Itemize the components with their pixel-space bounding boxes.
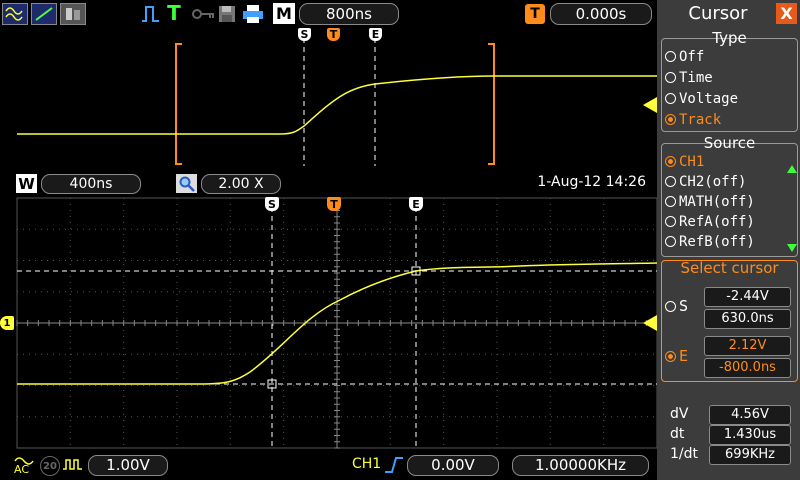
overview-level-arrow-icon[interactable]: [643, 97, 657, 113]
cursor-e-radio-icon: [665, 351, 676, 362]
scroll-down-icon[interactable]: [787, 244, 797, 252]
type-option-2[interactable]: Voltage: [665, 91, 738, 107]
cursor-s-radio-icon: [665, 301, 676, 312]
waveform-icon[interactable]: [2, 3, 28, 25]
source-option-0[interactable]: CH1: [665, 154, 704, 170]
source-section-title: Source: [703, 134, 756, 152]
trigger-source-label: CH1: [352, 456, 382, 472]
type-option-label: Time: [679, 70, 713, 86]
cursor-s-label: S: [679, 297, 689, 315]
cursor-s-voltage: -2.44V: [704, 287, 791, 307]
source-radio-icon: [665, 156, 676, 167]
window-timebase-display[interactable]: 400ns: [41, 174, 141, 194]
scroll-up-icon[interactable]: [787, 165, 797, 173]
window-badge: W: [16, 174, 37, 193]
source-option-label: RefB(off): [679, 234, 755, 250]
persistence-icon[interactable]: [60, 3, 86, 25]
timebase-display[interactable]: 800ns: [299, 3, 399, 25]
source-option-label: RefA(off): [679, 214, 755, 230]
cursor-s-option[interactable]: S: [665, 297, 688, 315]
source-option-label: MATH(off): [679, 194, 755, 210]
source-option-label: CH1: [679, 154, 705, 170]
rising-edge-icon: [385, 457, 403, 473]
cursor-e-time: -800.0ns: [704, 358, 791, 378]
main-marker-t[interactable]: T: [327, 197, 341, 211]
source-option-label: CH2(off): [679, 174, 747, 190]
main-marker-s[interactable]: S: [265, 197, 279, 211]
type-radio-icon: [665, 114, 676, 125]
source-option-4[interactable]: RefB(off): [665, 234, 755, 250]
source-option-2[interactable]: MATH(off): [665, 194, 755, 210]
source-radio-icon: [665, 196, 676, 207]
printer-icon[interactable]: [241, 3, 265, 25]
dv-label: dV: [670, 406, 689, 422]
vector-icon[interactable]: [31, 3, 57, 25]
overview-marker-t[interactable]: T: [327, 28, 340, 41]
source-option-1[interactable]: CH2(off): [665, 174, 746, 190]
type-option-3[interactable]: Track: [665, 112, 721, 128]
cursor-e-voltage: 2.12V: [704, 336, 791, 356]
trigger-offset-icon: T: [525, 4, 545, 24]
mode-badge: M: [273, 3, 295, 24]
inv-dt-value: 699KHz: [709, 445, 791, 465]
trigger-level-display[interactable]: 0.00V: [407, 455, 499, 476]
type-section-title: Type: [712, 29, 747, 47]
close-icon[interactable]: X: [776, 3, 797, 24]
main-waveform-grid[interactable]: [0, 196, 657, 450]
type-radio-icon: [665, 51, 676, 62]
channel-1-marker[interactable]: 1: [0, 316, 14, 330]
frequency-display: 1.00000KHz: [512, 455, 649, 476]
cursor-menu-title: Cursor: [688, 3, 748, 24]
key-icon: [192, 5, 216, 23]
bw-limit-icon: 20: [40, 456, 60, 476]
datetime-display: 1-Aug-12 14:26: [537, 174, 646, 190]
ch1-scale-display[interactable]: 1.00V: [88, 455, 168, 476]
type-radio-icon: [665, 93, 676, 104]
source-radio-icon: [665, 176, 676, 187]
trigger-status-icon: T: [167, 1, 181, 25]
main-marker-e[interactable]: E: [409, 197, 423, 211]
dv-value: 4.56V: [709, 405, 791, 425]
type-option-1[interactable]: Time: [665, 70, 713, 86]
cursor-e-option[interactable]: E: [665, 347, 688, 365]
type-option-label: Voltage: [679, 91, 739, 107]
coupling-label: AC: [14, 463, 30, 476]
overview-marker-e[interactable]: E: [369, 28, 382, 41]
main-level-arrow-icon[interactable]: [643, 315, 657, 331]
source-option-3[interactable]: RefA(off): [665, 214, 755, 230]
trigger-offset-display[interactable]: 0.000s: [550, 3, 652, 25]
source-radio-icon: [665, 236, 676, 247]
type-radio-icon: [665, 72, 676, 83]
dt-value: 1.430us: [709, 425, 791, 445]
cursor-s-time: 630.0ns: [704, 309, 791, 329]
overview-marker-s[interactable]: S: [298, 28, 311, 41]
select-cursor-title: Select cursor: [680, 259, 779, 277]
top-toolbar: T M 800ns T 0.000s: [0, 0, 657, 28]
type-option-label: Off: [679, 49, 705, 65]
type-option-0[interactable]: Off: [665, 49, 704, 65]
pulse-coupling-icon: [63, 459, 82, 470]
type-option-label: Track: [679, 112, 722, 128]
zoom-magnifier-icon: [176, 174, 197, 193]
dt-label: dt: [670, 426, 685, 442]
cursor-e-label: E: [679, 347, 689, 365]
run-pulse-icon[interactable]: [140, 3, 162, 25]
overview-waveform[interactable]: [0, 28, 657, 170]
save-disk-icon[interactable]: [217, 4, 237, 24]
zoom-factor-display[interactable]: 2.00 X: [201, 174, 281, 194]
source-radio-icon: [665, 216, 676, 227]
inv-dt-label: 1/dt: [670, 446, 698, 462]
